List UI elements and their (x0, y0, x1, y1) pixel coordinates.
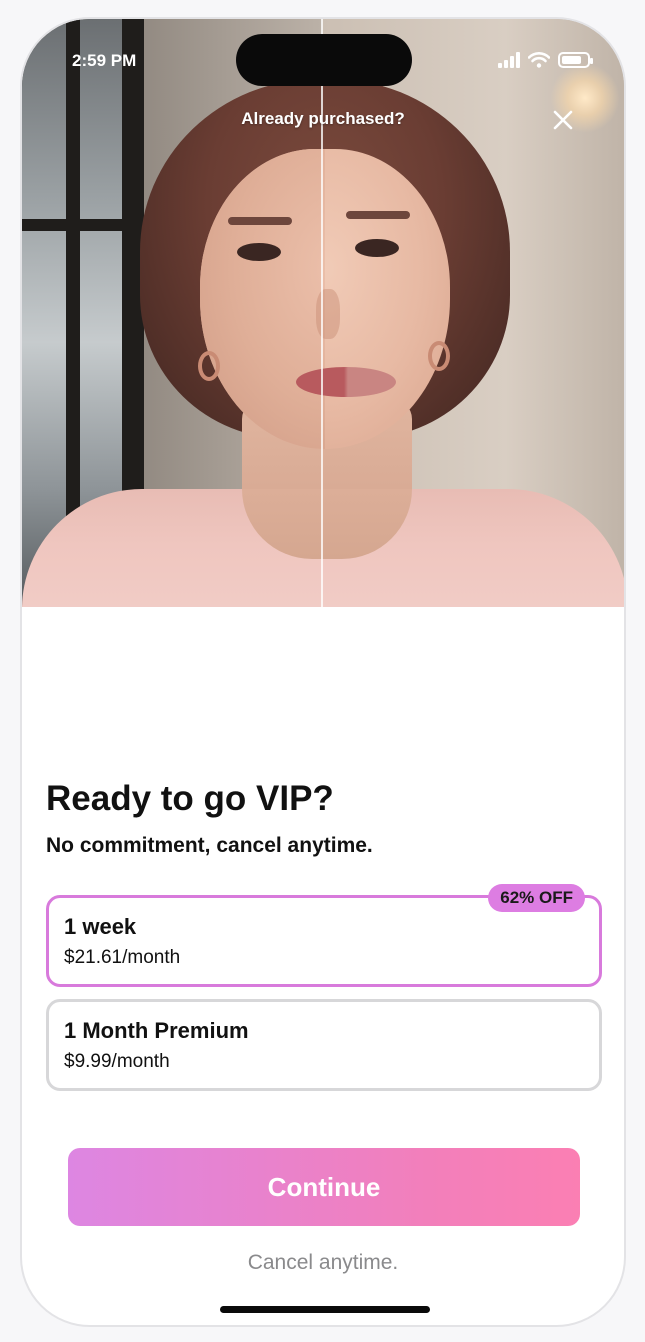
plan-name: 1 Month Premium (64, 1018, 249, 1043)
status-icons (498, 52, 593, 68)
compare-divider[interactable] (321, 19, 323, 607)
hero-image (22, 19, 624, 607)
plan-option-1-month[interactable]: 1 Month Premium $9.99/month (46, 999, 602, 1091)
battery-icon (558, 52, 593, 68)
cancel-anytime-note: Cancel anytime. (247, 1251, 399, 1274)
discount-badge: 62% OFF (488, 884, 585, 912)
phone-frame: 2:59 PM Already purchased? Ready to go V… (20, 17, 626, 1327)
continue-button[interactable]: Continue (68, 1148, 580, 1226)
close-icon[interactable] (550, 107, 576, 133)
already-purchased-link[interactable]: Already purchased? (22, 109, 624, 129)
plan-price: $9.99/month (64, 1051, 170, 1072)
cellular-signal-icon (498, 52, 520, 68)
plan-name: 1 week (64, 914, 137, 939)
page-subtitle: No commitment, cancel anytime. (46, 834, 373, 857)
status-time: 2:59 PM (72, 51, 137, 70)
wifi-icon (528, 52, 550, 68)
plan-price: $21.61/month (64, 947, 181, 968)
page-title: Ready to go VIP? (46, 779, 334, 818)
dynamic-island (236, 34, 412, 86)
home-indicator (220, 1306, 430, 1313)
plan-option-1-week[interactable]: 62% OFF 1 week $21.61/month (46, 884, 602, 987)
